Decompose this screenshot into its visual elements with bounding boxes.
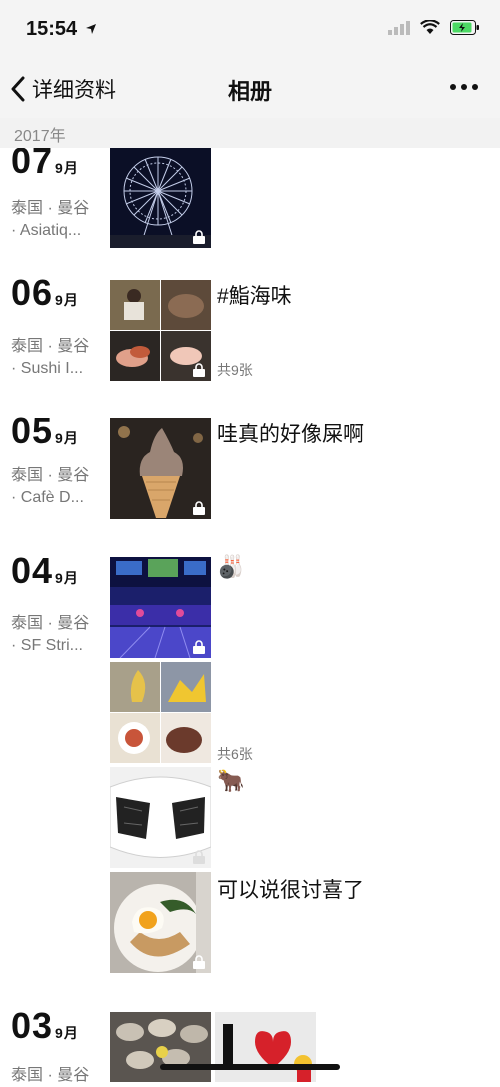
lock-icon	[193, 230, 205, 244]
photo-i-love-sign[interactable]	[215, 1012, 316, 1082]
photo-bowling[interactable]	[110, 557, 211, 658]
day-number: 03 9月	[11, 1005, 79, 1046]
lock-icon	[193, 850, 205, 864]
post-caption[interactable]: 🎳	[217, 554, 244, 580]
location-line: · Sushi I...	[11, 360, 84, 377]
location-line: · SF Stri...	[11, 637, 83, 654]
month-label: 9月	[55, 292, 79, 308]
post-caption[interactable]: 可以说很讨喜了	[217, 874, 364, 904]
photo-egg-dish[interactable]	[110, 872, 211, 973]
post-caption[interactable]: #鮨海味	[217, 280, 292, 310]
photo-grid-food[interactable]	[110, 662, 211, 763]
more-icon[interactable]	[446, 72, 482, 102]
month-label: 9月	[55, 160, 79, 176]
wifi-icon	[420, 20, 440, 34]
i-love-sign-image	[215, 1012, 316, 1082]
photo-oysters[interactable]	[110, 1012, 211, 1082]
photo-grid-sushi[interactable]	[110, 280, 211, 381]
battery-icon	[450, 20, 479, 35]
nav-bar: 详细资料 相册	[0, 60, 500, 119]
lock-icon	[193, 501, 205, 515]
location-line: 泰国 · 曼谷	[11, 615, 90, 632]
album-feed[interactable]: 07 9月 泰国 · 曼谷 · Asiatiq... 06 9月 泰国 · 曼谷…	[0, 0, 500, 1084]
back-chevron-icon	[11, 76, 25, 102]
month-label: 9月	[55, 1025, 79, 1041]
food-grid-image	[110, 662, 211, 763]
location-line: · Asiatiq...	[11, 222, 82, 239]
year-label: 2017年	[14, 128, 66, 145]
day-number: 05 9月	[11, 410, 79, 451]
status-time: 15:54	[26, 18, 97, 41]
location-line: 泰国 · 曼谷	[11, 1067, 90, 1084]
day-number: 06 9月	[11, 272, 79, 313]
lock-icon	[193, 640, 205, 654]
photo-ferris-wheel[interactable]	[110, 147, 211, 248]
photo-car[interactable]	[110, 767, 211, 868]
location-line: 泰国 · 曼谷	[11, 338, 90, 355]
post-caption[interactable]: 🐂	[217, 768, 244, 794]
signal-icon	[388, 20, 410, 35]
oysters-image	[110, 1012, 211, 1082]
home-indicator[interactable]	[160, 1064, 340, 1070]
photo-count: 共9张	[217, 362, 253, 378]
lock-icon	[193, 955, 205, 969]
day-number: 04 9月	[11, 550, 79, 591]
location-line: 泰国 · 曼谷	[11, 200, 90, 217]
location-line: · Cafè D...	[11, 489, 84, 506]
photo-ice-cream[interactable]	[110, 418, 211, 519]
location-line: 泰国 · 曼谷	[11, 467, 90, 484]
status-icons	[388, 20, 480, 35]
lock-icon	[193, 363, 205, 377]
photo-count: 共6张	[217, 746, 253, 762]
month-label: 9月	[55, 430, 79, 446]
post-caption[interactable]: 哇真的好像屎啊	[217, 418, 364, 448]
year-header: 2017年	[0, 118, 500, 148]
location-arrow-icon	[85, 24, 96, 34]
back-label: 详细资料	[32, 79, 116, 102]
month-label: 9月	[55, 570, 79, 586]
status-bar: 15:54	[0, 0, 500, 60]
back-button[interactable]: 详细资料	[10, 74, 116, 104]
